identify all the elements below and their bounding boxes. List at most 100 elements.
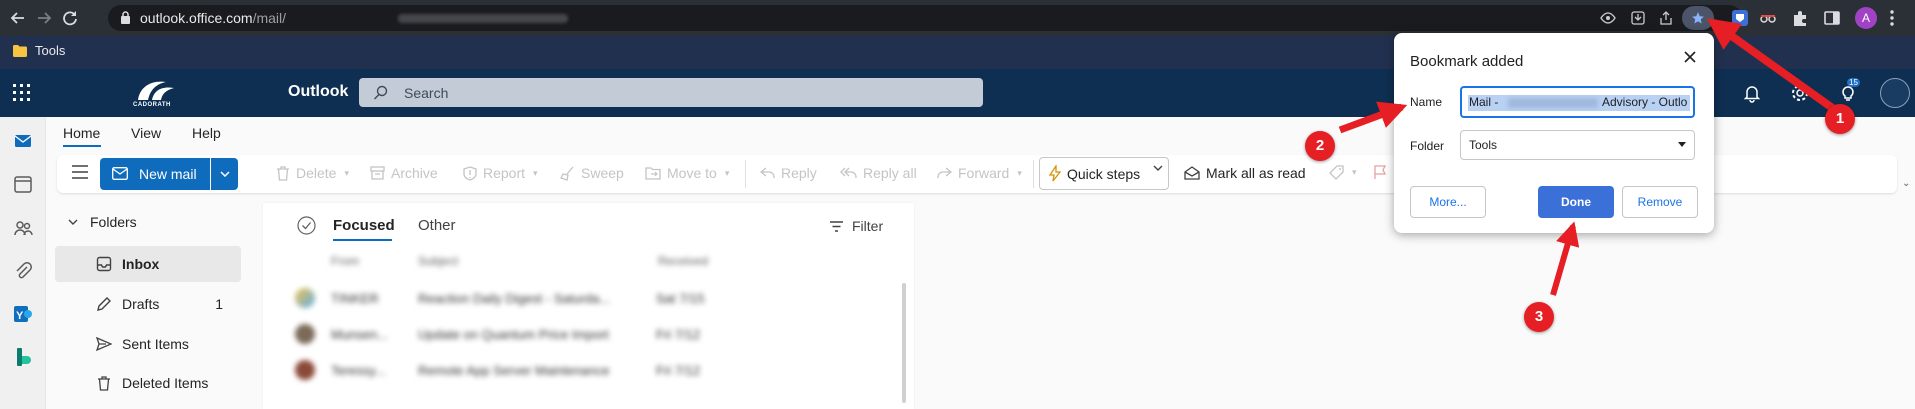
- report-button[interactable]: Report ▾: [463, 165, 538, 181]
- folder-icon: [13, 44, 27, 57]
- message-list-scrollbar[interactable]: [902, 283, 906, 403]
- attachment-icon[interactable]: [12, 260, 34, 282]
- move-to-button[interactable]: Move to ▾: [645, 165, 729, 181]
- message-from: Munsen...: [331, 327, 389, 342]
- sweep-button[interactable]: Sweep: [560, 165, 624, 181]
- move-to-label: Move to: [667, 165, 717, 181]
- address-bar[interactable]: outlook.office.com/mail/: [108, 5, 1742, 31]
- tab-view[interactable]: View: [131, 125, 161, 141]
- report-chevron-icon: ▾: [533, 167, 538, 178]
- flag-button[interactable]: [1374, 165, 1386, 180]
- url-text: outlook.office.com/mail/: [140, 10, 286, 26]
- delete-chevron-icon: ▾: [344, 167, 349, 178]
- search-icon: [374, 85, 388, 100]
- trash-icon: [98, 376, 110, 391]
- lock-icon: [121, 11, 130, 24]
- reply-label: Reply: [781, 165, 817, 181]
- side-panel-icon[interactable]: [1822, 8, 1842, 28]
- ribbon-divider: [745, 160, 746, 188]
- mail-icon[interactable]: [12, 130, 34, 152]
- pencil-icon: [97, 297, 111, 311]
- profile-avatar[interactable]: A: [1855, 7, 1877, 29]
- star-icon: [1692, 12, 1704, 24]
- folder-drafts[interactable]: Drafts 1: [55, 286, 241, 322]
- bookmark-name-input[interactable]: Mail - Advisory - Outlo: [1460, 86, 1695, 118]
- filter-button[interactable]: Filter: [829, 218, 883, 234]
- bookings-icon[interactable]: [12, 346, 34, 368]
- notifications-bell-icon[interactable]: [1742, 83, 1762, 103]
- select-all-checkmark-icon[interactable]: [297, 216, 316, 235]
- tab-help[interactable]: Help: [192, 125, 221, 141]
- share-icon[interactable]: [1658, 10, 1674, 26]
- quick-steps-label: Quick steps: [1067, 165, 1141, 182]
- column-received[interactable]: Received: [658, 254, 708, 268]
- column-from[interactable]: From: [331, 254, 359, 268]
- view-site-info-icon[interactable]: [1600, 10, 1616, 26]
- app-launcher-icon[interactable]: [13, 84, 30, 101]
- extension-spy-icon[interactable]: [1758, 8, 1778, 28]
- account-avatar[interactable]: [1880, 78, 1910, 108]
- tag-icon: [1329, 165, 1344, 180]
- settings-gear-icon[interactable]: [1790, 83, 1810, 103]
- envelope-open-icon: [1184, 166, 1200, 180]
- ribbon-expand-chevron-icon[interactable]: ⌄: [1902, 178, 1910, 189]
- reply-button[interactable]: Reply: [760, 165, 817, 181]
- bookmark-folder-select[interactable]: Tools: [1460, 130, 1695, 160]
- quick-steps-dropdown[interactable]: [1153, 165, 1163, 171]
- yammer-icon[interactable]: Y: [12, 303, 34, 325]
- message-subject: Remote App Server Maintenance: [418, 363, 610, 378]
- url-path: /mail/: [252, 10, 287, 26]
- url-redacted: [398, 14, 568, 23]
- calendar-icon[interactable]: [12, 173, 34, 195]
- message-subject: Update on Quantum Price Import: [418, 327, 609, 342]
- mark-all-read-button[interactable]: Mark all as read: [1184, 165, 1306, 181]
- archive-button[interactable]: Archive: [370, 165, 438, 181]
- message-row[interactable]: Teressy... Remote App Server Maintenance…: [263, 352, 903, 388]
- bookmark-folder-tools[interactable]: Tools: [13, 43, 65, 58]
- folder-label: Deleted Items: [122, 375, 209, 391]
- folder-deleted-items[interactable]: Deleted Items: [55, 365, 241, 401]
- tag-chevron-icon: ▾: [1352, 167, 1357, 177]
- reload-button[interactable]: [60, 8, 80, 28]
- chrome-menu-icon[interactable]: [1889, 9, 1895, 27]
- bookmark-star-button[interactable]: [1682, 6, 1714, 30]
- bookmark-name-end: Advisory - Outlo: [1602, 95, 1688, 109]
- message-row[interactable]: TINKER Reaction Daily Digest - Saturda..…: [263, 280, 903, 316]
- more-button[interactable]: More...: [1410, 186, 1486, 218]
- delete-label: Delete: [296, 165, 337, 181]
- new-mail-button[interactable]: New mail: [100, 158, 210, 190]
- forward-mail-button[interactable]: Forward ▾: [937, 165, 1022, 181]
- bookmark-name-start: Mail -: [1469, 95, 1499, 109]
- folder-count: 1: [215, 296, 223, 312]
- extension-shield-icon[interactable]: [1730, 8, 1750, 28]
- install-app-icon[interactable]: [1630, 10, 1646, 26]
- ribbon-divider: [1033, 160, 1034, 188]
- back-button[interactable]: [8, 8, 28, 28]
- tag-button[interactable]: ▾: [1329, 165, 1357, 180]
- remove-button[interactable]: Remove: [1622, 186, 1698, 218]
- folders-header[interactable]: Folders: [68, 214, 137, 230]
- search-input[interactable]: Search: [359, 78, 983, 107]
- extensions-puzzle-icon[interactable]: [1790, 8, 1810, 28]
- reply-all-button[interactable]: Reply all: [840, 165, 917, 181]
- tips-badge: 15: [1847, 78, 1860, 87]
- delete-button[interactable]: Delete ▾: [276, 165, 349, 181]
- folder-inbox[interactable]: Inbox: [55, 246, 241, 282]
- new-mail-dropdown[interactable]: [211, 158, 238, 190]
- forward-button[interactable]: [34, 8, 54, 28]
- tab-home[interactable]: Home: [63, 125, 100, 141]
- message-row[interactable]: Munsen... Update on Quantum Price Import…: [263, 316, 903, 352]
- close-icon[interactable]: [1680, 47, 1700, 67]
- tab-focused[interactable]: Focused: [333, 217, 395, 234]
- done-button[interactable]: Done: [1538, 186, 1614, 218]
- people-icon[interactable]: [12, 217, 34, 239]
- folder-sent-items[interactable]: Sent Items: [55, 326, 241, 362]
- app-title[interactable]: Outlook: [288, 83, 348, 101]
- column-subject[interactable]: Subject: [418, 254, 458, 268]
- collapse-pane-icon[interactable]: [72, 165, 88, 179]
- bookmark-name-label: Name: [1410, 95, 1443, 109]
- app-rail: Y: [0, 117, 46, 409]
- quick-steps-button[interactable]: Quick steps: [1049, 165, 1140, 182]
- browser-toolbar: outlook.office.com/mail/ A: [0, 0, 1915, 36]
- tab-other[interactable]: Other: [418, 217, 456, 234]
